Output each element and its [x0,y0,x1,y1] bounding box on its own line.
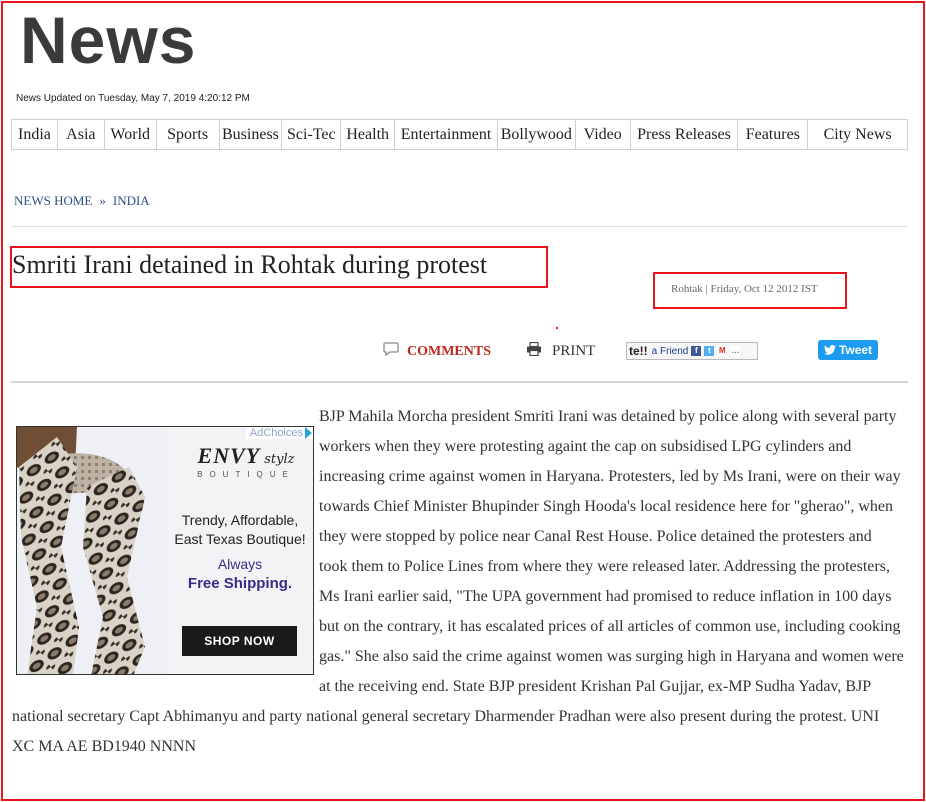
breadcrumb-section[interactable]: INDIA [113,193,150,208]
divider [11,381,908,383]
tell-a-friend-button[interactable]: te!! a Friend f t M … [626,342,758,360]
tweet-button[interactable]: Tweet [818,340,878,360]
comment-icon [383,342,399,361]
nav-item-sports[interactable]: Sports [157,120,220,149]
facebook-icon: f [691,346,702,356]
breadcrumb-home[interactable]: NEWS HOME [14,193,92,208]
nav-item-bollywood[interactable]: Bollywood [498,120,576,149]
nav-item-health[interactable]: Health [341,120,396,149]
print-button[interactable]: PRINT [526,341,596,361]
article-body: BJP Mahila Morcha president Smriti Irani… [12,402,904,762]
tell-label: a Friend [651,345,689,357]
nav-item-world[interactable]: World [105,120,157,149]
nav-item-press-releases[interactable]: Press Releases [631,120,739,149]
twitter-bird-icon [823,345,836,355]
twitter-small-icon: t [704,346,715,356]
ad-spacer [12,402,319,690]
more-icon: … [730,346,741,356]
marker-dot [556,327,558,329]
site-logo[interactable]: News [20,5,196,75]
printer-icon [526,341,542,361]
breadcrumb-separator: » [99,193,106,208]
nav-item-city-news[interactable]: City News [808,120,907,149]
nav-item-sci-tec[interactable]: Sci-Tec [282,120,342,149]
article-headline: Smriti Irani detained in Rohtak during p… [12,250,488,279]
divider [11,226,908,227]
gmail-icon: M [717,346,728,356]
article-dateline: Rohtak | Friday, Oct 12 2012 IST [671,283,818,295]
nav-item-video[interactable]: Video [576,120,631,149]
tweet-label: Tweet [838,343,873,357]
main-nav: India Asia World Sports Business Sci-Tec… [11,119,908,150]
comments-button[interactable]: COMMENTS [383,342,491,361]
tell-prefix: te!! [629,344,648,358]
nav-item-entertainment[interactable]: Entertainment [395,120,498,149]
nav-item-india[interactable]: India [12,120,58,149]
comments-label: COMMENTS [407,343,491,359]
breadcrumb: NEWS HOME » INDIA [14,193,150,209]
nav-item-business[interactable]: Business [220,120,283,149]
updated-timestamp: News Updated on Tuesday, May 7, 2019 4:2… [16,93,250,104]
print-label: PRINT [552,343,596,359]
nav-item-asia[interactable]: Asia [58,120,105,149]
nav-item-features[interactable]: Features [738,120,809,149]
